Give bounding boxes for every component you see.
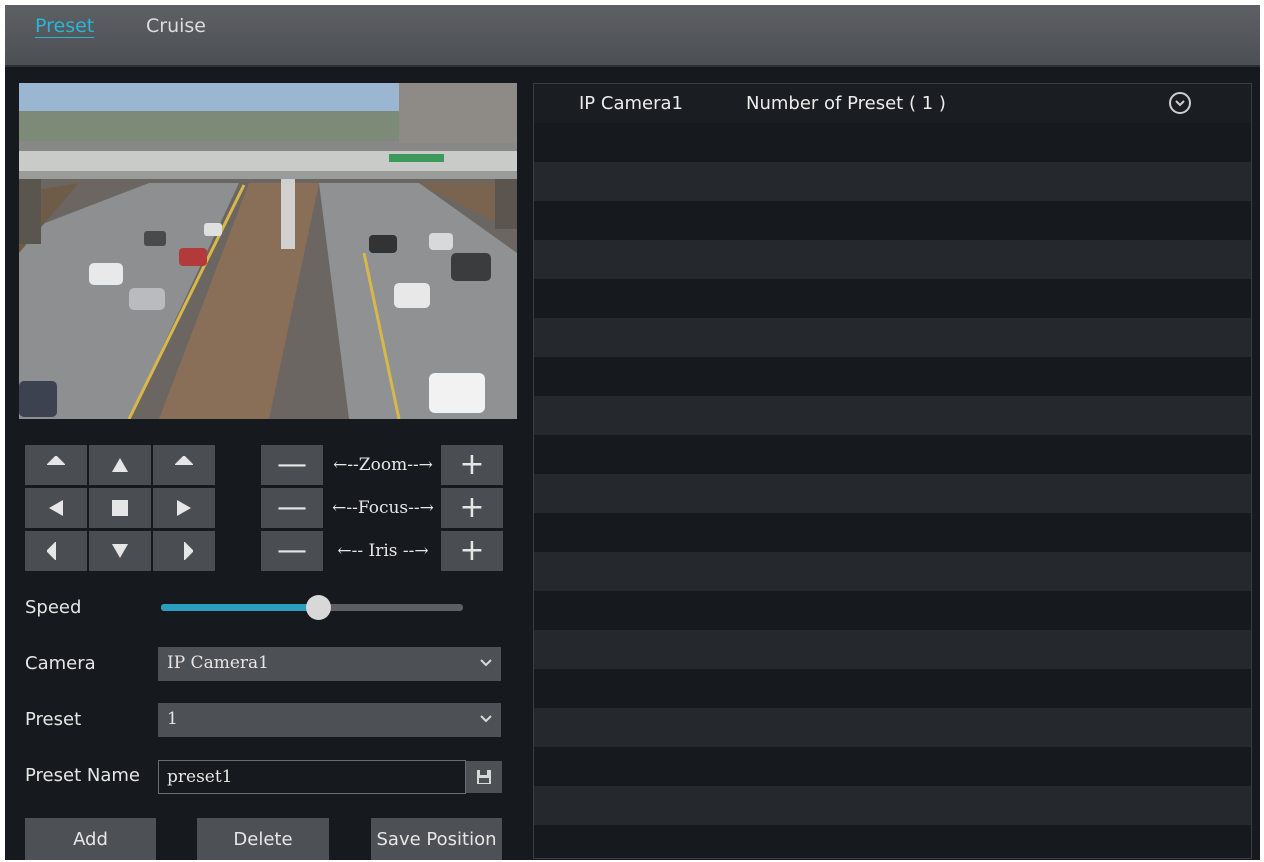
list-row xyxy=(534,279,1251,318)
arrow-right-icon xyxy=(177,500,191,516)
preset-label: Preset xyxy=(25,709,82,730)
list-row xyxy=(534,786,1251,825)
list-row xyxy=(534,708,1251,747)
chevron-down-icon xyxy=(480,659,492,667)
list-row xyxy=(534,396,1251,435)
speed-slider[interactable] xyxy=(161,595,463,620)
focus-label: ←--Focus--→ xyxy=(332,498,434,518)
arrow-down-icon xyxy=(112,544,128,558)
floppy-disk-icon xyxy=(477,770,491,784)
preset-name-label: Preset Name xyxy=(25,765,140,786)
arrow-down-left-icon xyxy=(175,456,193,465)
ptz-down-button[interactable] xyxy=(89,531,151,571)
preset-select-value: 1 xyxy=(167,709,178,729)
preset-name-field-wrapper xyxy=(158,760,466,794)
camera-label: Camera xyxy=(25,653,96,674)
ptz-up-left-button[interactable] xyxy=(25,445,87,485)
arrow-up-left-icon xyxy=(184,542,193,560)
ptz-up-button[interactable] xyxy=(89,445,151,485)
arrow-up-icon xyxy=(112,458,128,472)
preset-list: IP Camera1 Number of Preset ( 1 ) xyxy=(533,83,1252,859)
iris-open-button[interactable]: + xyxy=(441,531,503,571)
list-row xyxy=(534,747,1251,786)
expand-toggle[interactable] xyxy=(1169,92,1191,114)
ptz-up-right-button[interactable] xyxy=(153,445,215,485)
save-position-button[interactable]: Save Position xyxy=(371,818,502,860)
save-name-button[interactable] xyxy=(466,761,502,793)
speed-slider-handle[interactable] xyxy=(306,595,332,620)
list-row xyxy=(534,240,1251,279)
list-row xyxy=(534,123,1251,162)
delete-button[interactable]: Delete xyxy=(197,818,329,860)
tab-cruise[interactable]: Cruise xyxy=(146,15,206,37)
highway-scene-image xyxy=(19,83,517,419)
focus-far-button[interactable]: + xyxy=(441,488,503,528)
speed-slider-fill xyxy=(161,604,319,611)
list-row xyxy=(534,201,1251,240)
stop-icon xyxy=(112,500,128,516)
ptz-right-button[interactable] xyxy=(153,488,215,528)
list-row xyxy=(534,474,1251,513)
list-row xyxy=(534,630,1251,669)
zoom-label: ←--Zoom--→ xyxy=(333,455,433,475)
camera-select-value: IP Camera1 xyxy=(167,653,269,673)
iris-close-button[interactable]: — xyxy=(261,531,323,571)
camera-select[interactable]: IP Camera1 xyxy=(158,647,501,681)
zoom-in-button[interactable]: + xyxy=(441,445,503,485)
preset-select[interactable]: 1 xyxy=(158,703,501,737)
zoom-out-button[interactable]: — xyxy=(261,445,323,485)
list-row xyxy=(534,669,1251,708)
arrow-up-right-icon xyxy=(47,542,56,560)
speed-label: Speed xyxy=(25,597,82,618)
ptz-down-left-button[interactable] xyxy=(25,531,87,571)
list-row xyxy=(534,162,1251,201)
list-row xyxy=(534,357,1251,396)
list-row xyxy=(534,552,1251,591)
chevron-down-icon xyxy=(1175,100,1185,107)
iris-label: ←-- Iris --→ xyxy=(337,541,429,561)
ptz-down-right-button[interactable] xyxy=(153,531,215,571)
add-button[interactable]: Add xyxy=(25,818,156,860)
tab-divider xyxy=(5,65,1260,67)
chevron-down-icon xyxy=(480,715,492,723)
preset-list-header[interactable]: IP Camera1 Number of Preset ( 1 ) xyxy=(534,84,1251,123)
camera-live-view xyxy=(19,83,517,419)
arrow-down-right-icon xyxy=(47,456,65,465)
tab-preset[interactable]: Preset xyxy=(35,15,94,37)
preset-name-input[interactable] xyxy=(159,761,459,793)
list-row xyxy=(534,318,1251,357)
list-row xyxy=(534,825,1251,858)
list-row xyxy=(534,591,1251,630)
arrow-left-icon xyxy=(49,500,63,516)
list-preset-count: Number of Preset ( 1 ) xyxy=(746,93,946,114)
focus-near-button[interactable]: — xyxy=(261,488,323,528)
ptz-left-button[interactable] xyxy=(25,488,87,528)
list-camera-name: IP Camera1 xyxy=(579,93,683,114)
preset-config-panel: Preset Cruise — ←--Zoom--→ + — ←--Focus-… xyxy=(5,5,1260,860)
list-row xyxy=(534,513,1251,552)
ptz-stop-button[interactable] xyxy=(89,488,151,528)
list-row xyxy=(534,435,1251,474)
tab-bar: Preset Cruise xyxy=(5,5,1260,65)
